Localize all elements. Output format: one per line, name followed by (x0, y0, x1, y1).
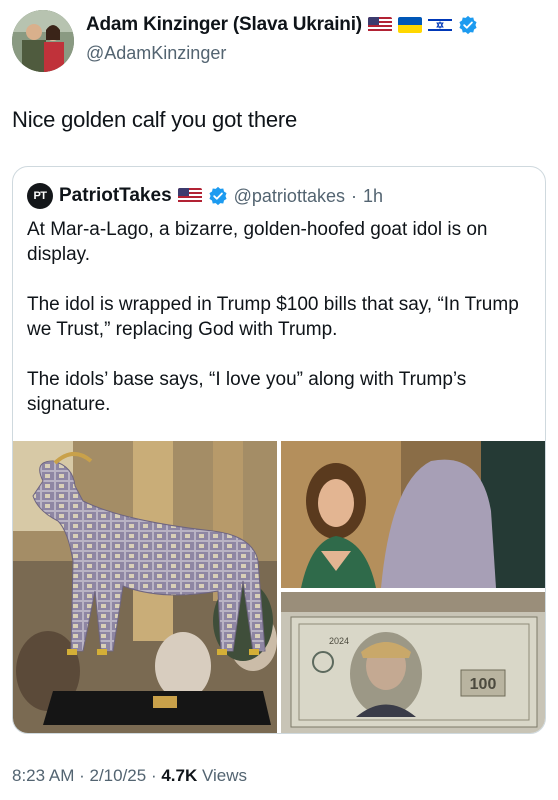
tweet-header: Adam Kinzinger (Slava Ukraini) @AdamKinz… (12, 10, 546, 72)
tweet-date[interactable]: 2/10/25 (89, 766, 146, 785)
meta-separator: · (146, 766, 162, 785)
quoted-paragraph: At Mar-a-Lago, a bizarre, golden-hoofed … (27, 219, 488, 265)
svg-text:100: 100 (470, 676, 497, 693)
media-grid: 100 2024 (13, 441, 545, 733)
quoted-tweet-time[interactable]: 1h (363, 186, 383, 207)
author-name-row: Adam Kinzinger (Slava Ukraini) (86, 14, 478, 36)
quoted-paragraph: The idols’ base says, “I love you” along… (27, 369, 467, 415)
views-label: Views (197, 766, 248, 785)
author-avatar[interactable] (12, 10, 74, 72)
israel-flag-icon (427, 17, 452, 33)
time-separator: · (350, 185, 357, 206)
author-handle[interactable]: @AdamKinzinger (86, 43, 226, 64)
us-flag-icon (177, 188, 202, 204)
tweet-time[interactable]: 8:23 AM (12, 766, 74, 785)
quoted-author-name[interactable]: PatriotTakes (59, 185, 172, 207)
avatar-image (12, 10, 74, 72)
patriottakes-avatar[interactable]: PT (27, 183, 53, 209)
trump-100-bill-photo[interactable]: 100 2024 (281, 592, 545, 733)
meta-separator: · (74, 766, 90, 785)
us-flag-icon (367, 17, 392, 33)
quoted-paragraph: The idol is wrapped in Trump $100 bills … (27, 294, 519, 340)
quoted-tweet-card[interactable]: PT PatriotTakes @patriottakes · 1h At Ma… (12, 166, 546, 734)
ukraine-flag-icon (397, 17, 422, 33)
tweet-text: Nice golden calf you got there (12, 107, 298, 132)
quoted-tweet-header: PT PatriotTakes @patriottakes · 1h (27, 183, 383, 209)
views-count: 4.7K (161, 766, 198, 785)
goat-idol-photo[interactable] (13, 441, 277, 733)
quoted-tweet-text: At Mar-a-Lago, a bizarre, golden-hoofed … (27, 217, 527, 417)
tweet-meta: 8:23 AM · 2/10/25 · 4.7K Views (12, 766, 247, 786)
author-name[interactable]: Adam Kinzinger (Slava Ukraini) (86, 14, 362, 36)
bill-year: 2024 (329, 636, 349, 646)
quoted-author-handle[interactable]: @patriottakes (234, 186, 345, 207)
verified-badge-icon (208, 186, 228, 206)
verified-badge-icon (458, 15, 478, 35)
woman-with-idol-photo[interactable] (281, 441, 545, 588)
